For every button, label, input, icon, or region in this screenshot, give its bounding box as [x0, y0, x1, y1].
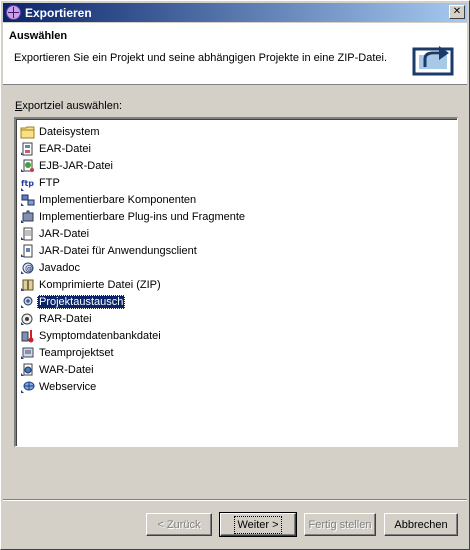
list-item-label: Dateisystem [39, 125, 100, 138]
list-item-label: EAR-Datei [39, 142, 91, 155]
list-item-label: Implementierbare Plug-ins und Fragmente [39, 210, 246, 223]
webservice-icon [21, 381, 35, 393]
list-item-javadoc[interactable]: @ Javadoc [16, 259, 457, 276]
list-item-komprimierte-datei[interactable]: Komprimierte Datei (ZIP) [16, 276, 457, 293]
list-item-label: Javadoc [39, 261, 80, 274]
list-item-jar-datei[interactable]: JAR-Datei [16, 225, 457, 242]
list-item-label: Projektaustausch [37, 294, 126, 309]
list-item-label: Webservice [39, 380, 97, 393]
list-item-jar-datei-anwendungsclient[interactable]: JAR-Datei für Anwendungsclient [16, 242, 457, 259]
list-item-ear-datei[interactable]: EAR-Datei [16, 140, 457, 157]
zip-file-icon [21, 279, 34, 291]
export-wizard-icon [412, 46, 454, 76]
list-item-label: EJB-JAR-Datei [39, 159, 113, 172]
title-bar[interactable]: Exportieren ✕ [3, 3, 467, 22]
page-title: Auswählen [9, 30, 68, 42]
list-item-label: FTP [39, 176, 60, 189]
project-interchange-icon [21, 296, 33, 308]
button-bar-separator [3, 499, 467, 501]
list-item-implementierbare-plug-ins[interactable]: Implementierbare Plug-ins und Fragmente [16, 208, 457, 225]
list-item-label: Teamprojektset [39, 346, 114, 359]
list-item-implementierbare-komponenten[interactable]: Implementierbare Komponenten [16, 191, 457, 208]
list-item-ejb-jar-datei[interactable]: EJB-JAR-Datei [16, 157, 457, 174]
jar-file-icon [21, 227, 33, 240]
list-item-label: Komprimierte Datei (ZIP) [39, 278, 161, 291]
wizard-header: Auswählen Exportieren Sie ein Projekt un… [3, 23, 467, 85]
list-item-webservice[interactable]: Webservice [16, 378, 457, 395]
page-description: Exportieren Sie ein Projekt und seine ab… [14, 52, 388, 64]
next-button[interactable]: Weiter > [219, 512, 297, 537]
ejb-jar-file-icon [21, 159, 34, 172]
svg-text:@: @ [25, 264, 33, 273]
cancel-button[interactable]: Abbrechen [384, 513, 458, 536]
list-item-dateisystem[interactable]: Dateisystem [16, 123, 457, 140]
list-item-label: Symptomdatenbankdatei [39, 329, 161, 342]
deployable-plugins-icon [21, 210, 34, 223]
close-icon: ✕ [452, 5, 462, 17]
export-dialog: Exportieren ✕ Auswählen Exportieren Sie … [0, 0, 470, 550]
finish-button[interactable]: Fertig stellen [304, 513, 376, 536]
list-item-label: JAR-Datei für Anwendungsclient [39, 244, 197, 257]
folder-icon [20, 126, 35, 138]
javadoc-icon: @ [21, 262, 34, 274]
deployable-components-icon [21, 194, 35, 206]
back-button[interactable]: < Zurück [146, 513, 212, 536]
app-client-jar-icon [21, 244, 33, 257]
export-target-label-text: xportziel auswählen: [22, 100, 123, 112]
app-icon [6, 5, 21, 20]
window-title: Exportieren [25, 5, 92, 20]
export-target-label: Exportziel auswählen: [15, 100, 122, 112]
list-item-label: WAR-Datei [39, 363, 94, 376]
list-item-symptomdatenbankdatei[interactable]: Symptomdatenbankdatei [16, 327, 457, 344]
list-item-label: JAR-Datei [39, 227, 90, 240]
next-button-label: Weiter > [234, 515, 282, 534]
war-file-icon [21, 363, 33, 376]
symptom-database-icon [21, 329, 34, 342]
close-button[interactable]: ✕ [449, 5, 465, 19]
rar-file-icon [21, 313, 33, 325]
team-project-set-icon [21, 347, 34, 359]
list-item-ftp[interactable]: ftp FTP [16, 174, 457, 191]
list-item-label: Implementierbare Komponenten [39, 193, 197, 206]
svg-text:ftp: ftp [21, 179, 34, 188]
list-item-label: RAR-Datei [39, 312, 92, 325]
ear-file-icon [21, 142, 33, 155]
list-item-teamprojektset[interactable]: Teamprojektset [16, 344, 457, 361]
export-target-list[interactable]: Dateisystem EAR-Datei EJB-JAR-Datei ftp [14, 117, 458, 447]
ftp-icon: ftp [21, 179, 34, 191]
list-item-rar-datei[interactable]: RAR-Datei [16, 310, 457, 327]
list-item-projektaustausch[interactable]: Projektaustausch [16, 293, 457, 310]
list-item-war-datei[interactable]: WAR-Datei [16, 361, 457, 378]
